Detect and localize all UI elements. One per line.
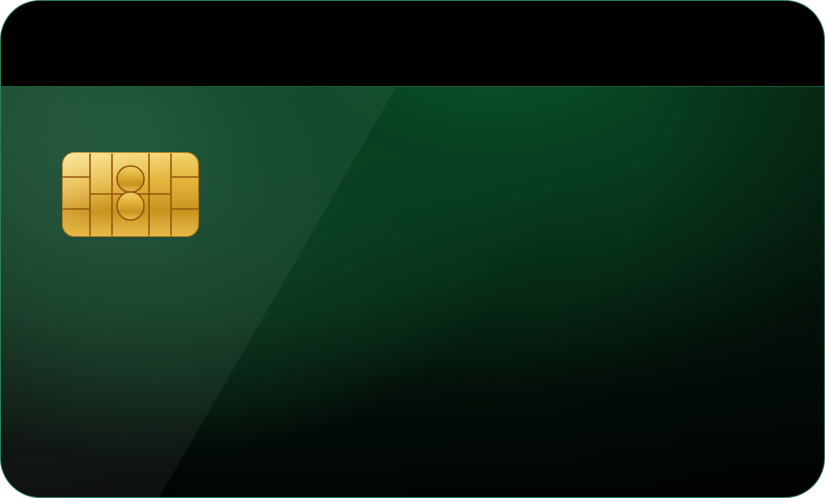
magnetic-stripe: [1, 1, 824, 87]
credit-card: [0, 0, 825, 498]
emv-chip-icon: [62, 152, 199, 237]
